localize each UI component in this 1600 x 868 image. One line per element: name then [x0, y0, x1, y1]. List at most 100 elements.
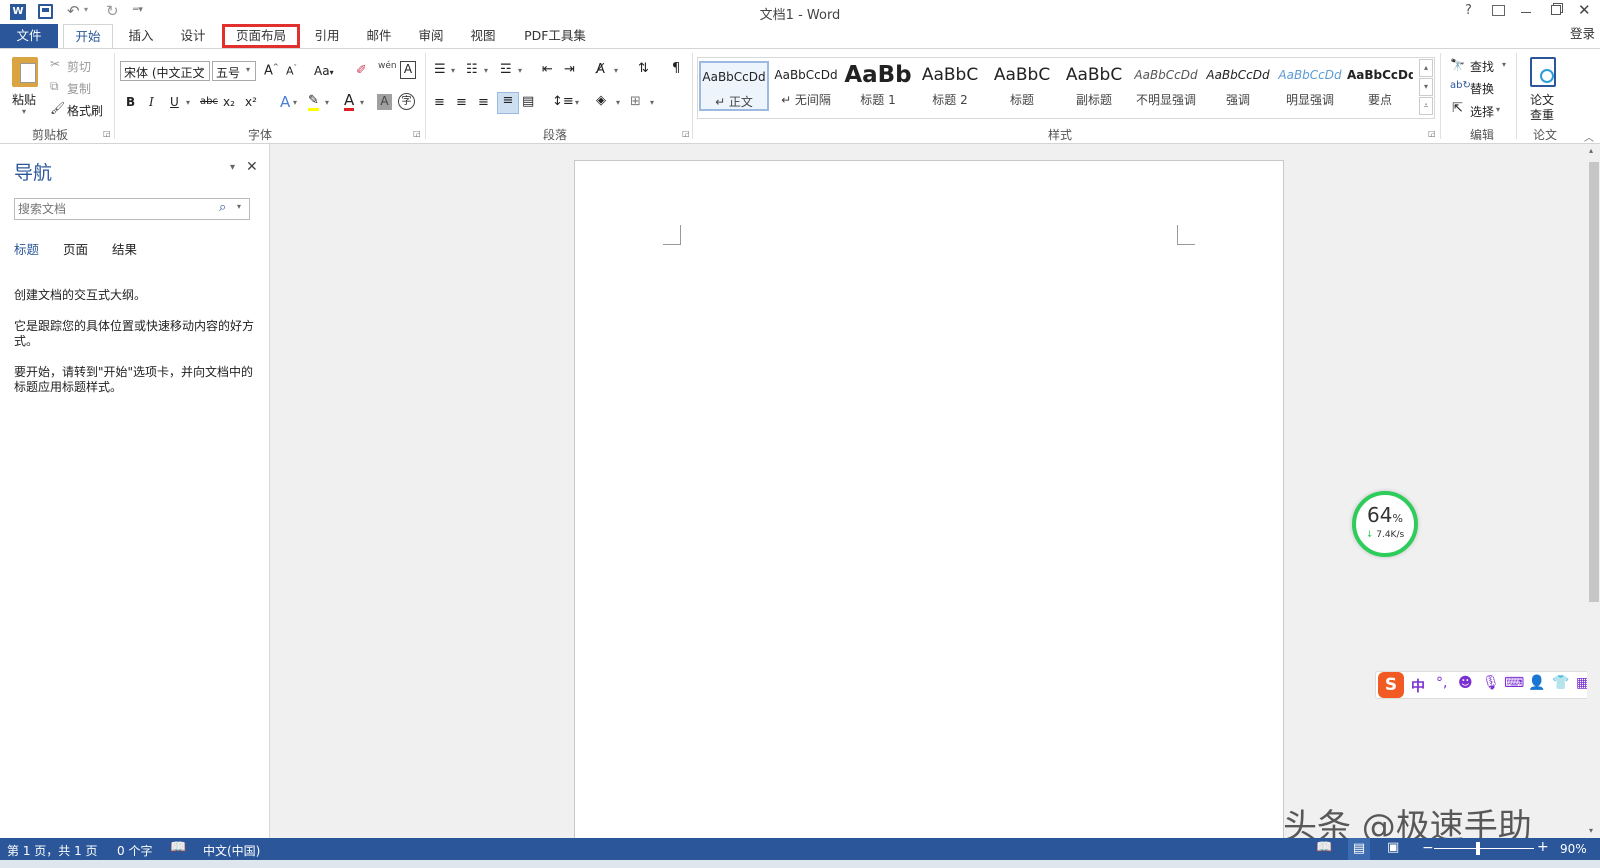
- line-spacing-icon[interactable]: ↕≡: [552, 94, 574, 109]
- styles-launcher-icon[interactable]: ◲: [1428, 129, 1436, 138]
- copy-button[interactable]: 复制: [67, 80, 91, 97]
- status-page-count[interactable]: 第 1 页，共 1 页: [7, 842, 98, 859]
- collapse-ribbon-icon[interactable]: ︿: [1584, 129, 1594, 144]
- nav-tab-results[interactable]: 结果: [112, 239, 137, 258]
- tab-view[interactable]: 视图: [458, 24, 508, 48]
- highlight-color-icon[interactable]: ✎: [308, 93, 319, 111]
- restore-icon[interactable]: [1551, 5, 1561, 15]
- status-language[interactable]: 中文(中国): [203, 842, 260, 859]
- save-icon[interactable]: [38, 4, 53, 19]
- zoom-level[interactable]: 90%: [1560, 842, 1587, 856]
- borders-dropdown-icon[interactable]: ▾: [650, 98, 654, 107]
- undo-dropdown-icon[interactable]: ▾: [84, 5, 88, 14]
- align-left-icon[interactable]: ≡: [434, 95, 445, 110]
- style-emphasis[interactable]: AaBbCcDd 强调: [1203, 61, 1273, 111]
- voice-icon[interactable]: 🎙: [1482, 675, 1500, 691]
- font-size-dropdown-icon[interactable]: ▾: [246, 65, 250, 74]
- clear-formatting-icon[interactable]: ✐: [356, 63, 367, 78]
- signin-link[interactable]: 登录: [1565, 22, 1600, 46]
- word-logo-icon[interactable]: W: [10, 4, 26, 20]
- cut-icon[interactable]: ✂: [50, 57, 60, 71]
- style-title[interactable]: AaBbC 标题: [987, 61, 1057, 111]
- font-color-dropdown-icon[interactable]: ▾: [360, 98, 364, 107]
- nav-close-icon[interactable]: ✕: [246, 159, 258, 175]
- font-launcher-icon[interactable]: ◲: [413, 129, 421, 138]
- select-button[interactable]: 选择: [1470, 103, 1494, 120]
- font-name-select[interactable]: 宋体 (中文正文: [120, 61, 210, 81]
- tab-home[interactable]: 开始: [63, 24, 113, 49]
- bullets-dropdown-icon[interactable]: ▾: [451, 66, 455, 75]
- distributed-icon[interactable]: ▤: [522, 94, 534, 109]
- ime-toolbar[interactable]: S 中 °, ☻ 🎙 ⌨ 👤 👕 ▦: [1375, 671, 1600, 699]
- clipboard-launcher-icon[interactable]: ◲: [103, 129, 111, 138]
- help-icon[interactable]: ?: [1465, 3, 1472, 18]
- bold-button[interactable]: B: [126, 95, 135, 109]
- nav-tab-pages[interactable]: 页面: [63, 239, 88, 258]
- show-marks-icon[interactable]: ¶: [672, 61, 680, 76]
- document-page[interactable]: [574, 160, 1284, 840]
- status-word-count[interactable]: 0 个字: [117, 842, 152, 859]
- shading-icon[interactable]: ◈: [596, 93, 606, 108]
- sogou-logo-icon[interactable]: S: [1378, 672, 1404, 698]
- tab-mailings[interactable]: 邮件: [354, 24, 404, 48]
- paste-button[interactable]: 粘贴: [12, 91, 36, 108]
- decrease-indent-icon[interactable]: ⇤: [542, 62, 553, 77]
- numbering-icon[interactable]: ☷: [466, 62, 478, 77]
- paste-icon[interactable]: [12, 57, 38, 87]
- character-shading-button[interactable]: A: [377, 94, 392, 110]
- text-effects-button[interactable]: A: [280, 93, 290, 111]
- underline-button[interactable]: U: [170, 95, 179, 109]
- search-dropdown-icon[interactable]: ▾: [237, 202, 241, 211]
- subscript-button[interactable]: x₂: [223, 95, 235, 109]
- grow-font-icon[interactable]: A^: [264, 63, 279, 78]
- undo-icon[interactable]: ↶: [67, 2, 80, 20]
- bullets-icon[interactable]: ☰: [434, 62, 446, 77]
- zoom-out-icon[interactable]: −: [1422, 840, 1434, 856]
- nav-search-box[interactable]: ⌕ ▾: [14, 198, 250, 220]
- style-heading-1[interactable]: AaBb 标题 1: [843, 61, 913, 111]
- phonetic-guide-icon[interactable]: wén: [378, 61, 397, 71]
- web-layout-icon[interactable]: ▣: [1387, 840, 1399, 855]
- shrink-font-icon[interactable]: Aˇ: [286, 64, 297, 78]
- replace-icon[interactable]: ab↻: [1450, 80, 1471, 91]
- multilevel-dropdown-icon[interactable]: ▾: [518, 66, 522, 75]
- style-normal[interactable]: AaBbCcDd ↵ 正文: [699, 61, 769, 111]
- redo-icon[interactable]: ↻: [106, 2, 119, 20]
- strikethrough-button[interactable]: abc: [200, 96, 218, 107]
- align-right-icon[interactable]: ≡: [478, 95, 489, 110]
- replace-button[interactable]: 替换: [1470, 80, 1494, 97]
- cut-button[interactable]: 剪切: [67, 58, 91, 75]
- numbering-dropdown-icon[interactable]: ▾: [484, 66, 488, 75]
- style-subtle-emphasis[interactable]: AaBbCcDd 不明显强调: [1131, 61, 1201, 111]
- highlight-dropdown-icon[interactable]: ▾: [325, 98, 329, 107]
- styles-scroll-down-icon[interactable]: ▾: [1419, 78, 1433, 96]
- style-heading-2[interactable]: AaBbC 标题 2: [915, 61, 985, 111]
- zoom-in-icon[interactable]: +: [1537, 839, 1549, 855]
- tab-pdf-tools[interactable]: PDF工具集: [515, 24, 595, 48]
- underline-dropdown-icon[interactable]: ▾: [186, 98, 190, 107]
- zoom-slider-thumb[interactable]: [1476, 842, 1480, 855]
- read-mode-icon[interactable]: 📖: [1316, 840, 1332, 855]
- minimize-icon[interactable]: [1521, 12, 1531, 13]
- vertical-scrollbar[interactable]: ▴ ▾: [1587, 144, 1600, 838]
- sort-icon[interactable]: ⇅: [638, 61, 649, 76]
- find-dropdown-icon[interactable]: ▾: [1502, 60, 1506, 69]
- italic-button[interactable]: I: [149, 95, 154, 109]
- chinese-layout-dropdown-icon[interactable]: ▾: [614, 66, 618, 75]
- line-spacing-dropdown-icon[interactable]: ▾: [575, 98, 579, 107]
- character-border-icon[interactable]: A: [400, 61, 416, 79]
- format-painter-icon[interactable]: 🖌: [50, 101, 65, 115]
- customize-qat-icon[interactable]: ═▾: [133, 5, 143, 15]
- scroll-down-icon[interactable]: ▾: [1589, 826, 1593, 835]
- font-name-dropdown-icon[interactable]: ▾: [200, 65, 204, 74]
- text-effects-dropdown-icon[interactable]: ▾: [293, 98, 297, 107]
- paper-check-label-2[interactable]: 查重: [1530, 106, 1554, 123]
- paper-check-icon[interactable]: [1530, 57, 1556, 87]
- user-icon[interactable]: 👤: [1528, 675, 1545, 691]
- nav-options-icon[interactable]: ▾: [230, 162, 235, 173]
- nav-search-input[interactable]: [15, 199, 205, 219]
- style-subtitle[interactable]: AaBbC 副标题: [1059, 61, 1129, 111]
- style-no-spacing[interactable]: AaBbCcDd ↵ 无间隔: [771, 61, 841, 111]
- font-color-button[interactable]: A: [344, 92, 355, 111]
- keyboard-icon[interactable]: ⌨: [1504, 675, 1524, 691]
